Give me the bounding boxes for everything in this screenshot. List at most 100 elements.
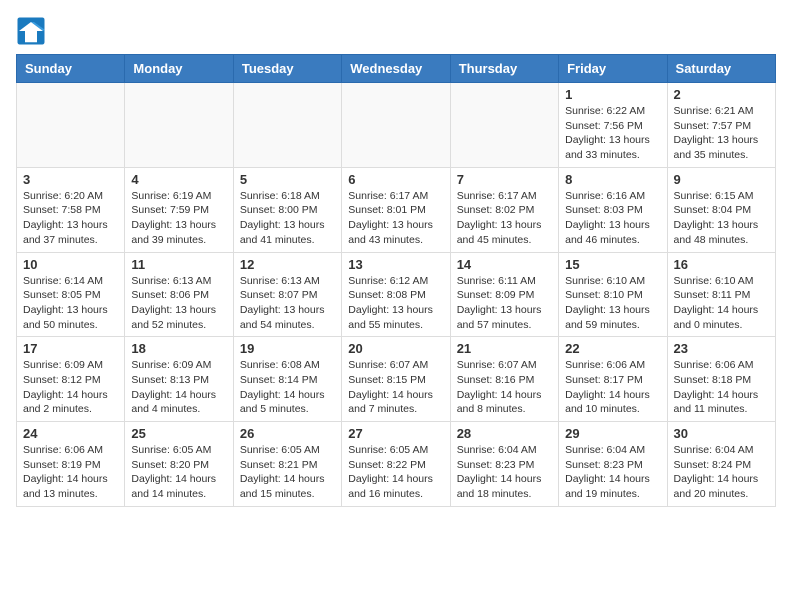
- page-header: [16, 16, 776, 46]
- week-row-3: 17 Sunrise: 6:09 AM Sunset: 8:12 PM Dayli…: [17, 337, 776, 422]
- day-cell: 7 Sunrise: 6:17 AM Sunset: 8:02 PM Daylig…: [450, 167, 558, 252]
- day-info: Sunrise: 6:05 AM Sunset: 8:21 PM Dayligh…: [240, 443, 335, 502]
- week-row-2: 10 Sunrise: 6:14 AM Sunset: 8:05 PM Dayli…: [17, 252, 776, 337]
- day-cell: 24 Sunrise: 6:06 AM Sunset: 8:19 PM Dayli…: [17, 422, 125, 507]
- week-row-4: 24 Sunrise: 6:06 AM Sunset: 8:19 PM Dayli…: [17, 422, 776, 507]
- day-cell: 12 Sunrise: 6:13 AM Sunset: 8:07 PM Dayli…: [233, 252, 341, 337]
- day-number: 10: [23, 257, 118, 272]
- day-cell: 2Sunrise: 6:21 AM Sunset: 7:57 PM Daylig…: [667, 83, 775, 168]
- col-header-saturday: Saturday: [667, 55, 775, 83]
- day-number: 6: [348, 172, 443, 187]
- day-cell: 9 Sunrise: 6:15 AM Sunset: 8:04 PM Daylig…: [667, 167, 775, 252]
- day-info: Sunrise: 6:06 AM Sunset: 8:17 PM Dayligh…: [565, 358, 660, 417]
- day-cell: 13Sunrise: 6:12 AM Sunset: 8:08 PM Dayli…: [342, 252, 450, 337]
- day-number: 2: [674, 87, 769, 102]
- day-cell: 14 Sunrise: 6:11 AM Sunset: 8:09 PM Dayli…: [450, 252, 558, 337]
- week-row-1: 3Sunrise: 6:20 AM Sunset: 7:58 PM Daylig…: [17, 167, 776, 252]
- day-cell: 26 Sunrise: 6:05 AM Sunset: 8:21 PM Dayli…: [233, 422, 341, 507]
- header-row: SundayMondayTuesdayWednesdayThursdayFrid…: [17, 55, 776, 83]
- day-cell: 29 Sunrise: 6:04 AM Sunset: 8:23 PM Dayli…: [559, 422, 667, 507]
- day-cell: 3Sunrise: 6:20 AM Sunset: 7:58 PM Daylig…: [17, 167, 125, 252]
- day-cell: 23 Sunrise: 6:06 AM Sunset: 8:18 PM Dayli…: [667, 337, 775, 422]
- col-header-monday: Monday: [125, 55, 233, 83]
- day-cell: 17 Sunrise: 6:09 AM Sunset: 8:12 PM Dayli…: [17, 337, 125, 422]
- col-header-tuesday: Tuesday: [233, 55, 341, 83]
- day-info: Sunrise: 6:07 AM Sunset: 8:15 PM Dayligh…: [348, 358, 443, 417]
- day-cell: [233, 83, 341, 168]
- day-number: 12: [240, 257, 335, 272]
- day-cell: 8 Sunrise: 6:16 AM Sunset: 8:03 PM Daylig…: [559, 167, 667, 252]
- day-number: 13: [348, 257, 443, 272]
- day-info: Sunrise: 6:04 AM Sunset: 8:23 PM Dayligh…: [457, 443, 552, 502]
- day-info: Sunrise: 6:07 AM Sunset: 8:16 PM Dayligh…: [457, 358, 552, 417]
- day-info: Sunrise: 6:04 AM Sunset: 8:23 PM Dayligh…: [565, 443, 660, 502]
- day-info: Sunrise: 6:13 AM Sunset: 8:07 PM Dayligh…: [240, 274, 335, 333]
- day-number: 28: [457, 426, 552, 441]
- day-cell: 18 Sunrise: 6:09 AM Sunset: 8:13 PM Dayli…: [125, 337, 233, 422]
- day-cell: 20 Sunrise: 6:07 AM Sunset: 8:15 PM Dayli…: [342, 337, 450, 422]
- day-cell: 5 Sunrise: 6:18 AM Sunset: 8:00 PM Daylig…: [233, 167, 341, 252]
- day-cell: 10 Sunrise: 6:14 AM Sunset: 8:05 PM Dayli…: [17, 252, 125, 337]
- day-cell: 30 Sunrise: 6:04 AM Sunset: 8:24 PM Dayli…: [667, 422, 775, 507]
- day-cell: [17, 83, 125, 168]
- day-number: 24: [23, 426, 118, 441]
- calendar-body: 1 Sunrise: 6:22 AM Sunset: 7:56 PM Daylig…: [17, 83, 776, 507]
- day-number: 8: [565, 172, 660, 187]
- day-number: 16: [674, 257, 769, 272]
- day-number: 29: [565, 426, 660, 441]
- day-info: Sunrise: 6:19 AM Sunset: 7:59 PM Dayligh…: [131, 189, 226, 248]
- day-number: 25: [131, 426, 226, 441]
- day-number: 30: [674, 426, 769, 441]
- day-info: Sunrise: 6:17 AM Sunset: 8:01 PM Dayligh…: [348, 189, 443, 248]
- day-number: 1: [565, 87, 660, 102]
- day-info: Sunrise: 6:05 AM Sunset: 8:20 PM Dayligh…: [131, 443, 226, 502]
- day-cell: 11Sunrise: 6:13 AM Sunset: 8:06 PM Dayli…: [125, 252, 233, 337]
- day-info: Sunrise: 6:04 AM Sunset: 8:24 PM Dayligh…: [674, 443, 769, 502]
- day-info: Sunrise: 6:10 AM Sunset: 8:11 PM Dayligh…: [674, 274, 769, 333]
- day-info: Sunrise: 6:18 AM Sunset: 8:00 PM Dayligh…: [240, 189, 335, 248]
- day-number: 23: [674, 341, 769, 356]
- day-info: Sunrise: 6:20 AM Sunset: 7:58 PM Dayligh…: [23, 189, 118, 248]
- day-info: Sunrise: 6:06 AM Sunset: 8:19 PM Dayligh…: [23, 443, 118, 502]
- day-info: Sunrise: 6:22 AM Sunset: 7:56 PM Dayligh…: [565, 104, 660, 163]
- week-row-0: 1 Sunrise: 6:22 AM Sunset: 7:56 PM Daylig…: [17, 83, 776, 168]
- day-info: Sunrise: 6:14 AM Sunset: 8:05 PM Dayligh…: [23, 274, 118, 333]
- day-number: 5: [240, 172, 335, 187]
- day-number: 9: [674, 172, 769, 187]
- col-header-sunday: Sunday: [17, 55, 125, 83]
- day-number: 19: [240, 341, 335, 356]
- day-info: Sunrise: 6:16 AM Sunset: 8:03 PM Dayligh…: [565, 189, 660, 248]
- day-info: Sunrise: 6:11 AM Sunset: 8:09 PM Dayligh…: [457, 274, 552, 333]
- day-cell: 21 Sunrise: 6:07 AM Sunset: 8:16 PM Dayli…: [450, 337, 558, 422]
- day-info: Sunrise: 6:09 AM Sunset: 8:12 PM Dayligh…: [23, 358, 118, 417]
- day-info: Sunrise: 6:08 AM Sunset: 8:14 PM Dayligh…: [240, 358, 335, 417]
- day-number: 17: [23, 341, 118, 356]
- day-info: Sunrise: 6:10 AM Sunset: 8:10 PM Dayligh…: [565, 274, 660, 333]
- day-cell: 28 Sunrise: 6:04 AM Sunset: 8:23 PM Dayli…: [450, 422, 558, 507]
- day-info: Sunrise: 6:17 AM Sunset: 8:02 PM Dayligh…: [457, 189, 552, 248]
- day-number: 27: [348, 426, 443, 441]
- col-header-thursday: Thursday: [450, 55, 558, 83]
- logo: [16, 16, 50, 46]
- day-info: Sunrise: 6:05 AM Sunset: 8:22 PM Dayligh…: [348, 443, 443, 502]
- day-number: 7: [457, 172, 552, 187]
- day-number: 22: [565, 341, 660, 356]
- day-cell: [125, 83, 233, 168]
- day-number: 21: [457, 341, 552, 356]
- day-cell: 1 Sunrise: 6:22 AM Sunset: 7:56 PM Daylig…: [559, 83, 667, 168]
- day-number: 26: [240, 426, 335, 441]
- calendar: SundayMondayTuesdayWednesdayThursdayFrid…: [16, 54, 776, 507]
- day-info: Sunrise: 6:15 AM Sunset: 8:04 PM Dayligh…: [674, 189, 769, 248]
- day-number: 20: [348, 341, 443, 356]
- day-cell: 16 Sunrise: 6:10 AM Sunset: 8:11 PM Dayli…: [667, 252, 775, 337]
- day-number: 11: [131, 257, 226, 272]
- day-info: Sunrise: 6:06 AM Sunset: 8:18 PM Dayligh…: [674, 358, 769, 417]
- col-header-friday: Friday: [559, 55, 667, 83]
- col-header-wednesday: Wednesday: [342, 55, 450, 83]
- day-cell: 6 Sunrise: 6:17 AM Sunset: 8:01 PM Daylig…: [342, 167, 450, 252]
- day-cell: [342, 83, 450, 168]
- day-cell: 15Sunrise: 6:10 AM Sunset: 8:10 PM Dayli…: [559, 252, 667, 337]
- day-info: Sunrise: 6:09 AM Sunset: 8:13 PM Dayligh…: [131, 358, 226, 417]
- day-number: 18: [131, 341, 226, 356]
- day-number: 14: [457, 257, 552, 272]
